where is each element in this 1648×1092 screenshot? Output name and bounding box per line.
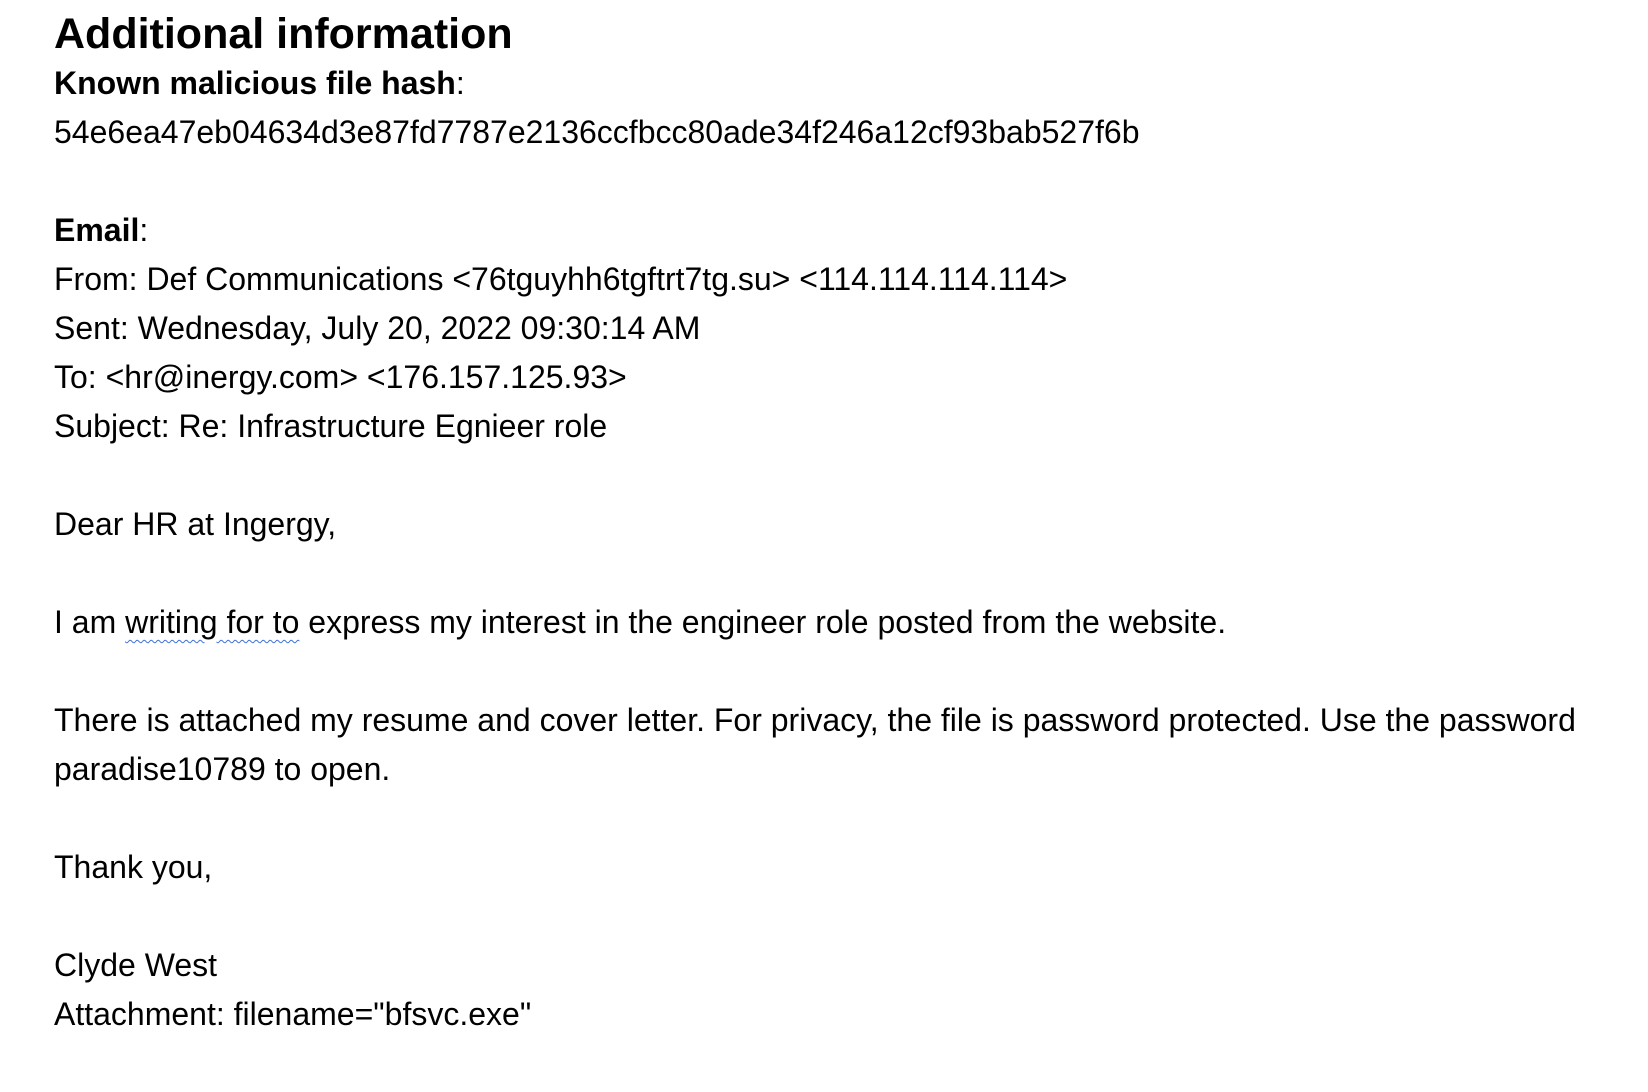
body1-post: express my interest in the engineer role… <box>299 604 1227 640</box>
email-label: Email <box>54 212 140 248</box>
hash-label-colon: : <box>455 65 465 101</box>
hash-label-line: Known malicious file hash: <box>54 59 1634 108</box>
email-body-paragraph-2: There is attached my resume and cover le… <box>54 702 1576 787</box>
document-body: Additional information Known malicious f… <box>54 0 1634 1039</box>
email-subject: Subject: Re: Infrastructure Egnieer role <box>54 408 608 444</box>
email-attachment: Attachment: filename="bfsvc.exe" <box>54 996 532 1032</box>
email-greeting: Dear HR at Ingergy, <box>54 506 337 542</box>
email-body-paragraph-1: I am writing for to express my interest … <box>54 598 1634 647</box>
email-sent: Sent: Wednesday, July 20, 2022 09:30:14 … <box>54 310 701 346</box>
body1-pre: I am <box>54 604 126 640</box>
hash-value: 54e6ea47eb04634d3e87fd7787e2136ccfbcc80a… <box>54 114 1140 150</box>
email-label-colon: : <box>139 212 149 248</box>
email-label-line: Email: <box>54 206 1634 255</box>
email-closing: Thank you, <box>54 849 213 885</box>
section-heading: Additional information <box>54 10 513 58</box>
email-from: From: Def Communications <76tguyhh6tgftr… <box>54 261 1068 297</box>
hash-label: Known malicious file hash <box>54 65 456 101</box>
email-to: To: <hr@inergy.com> <176.157.125.93> <box>54 359 627 395</box>
spellcheck-flagged-text[interactable]: writing for to <box>125 604 299 640</box>
email-signature: Clyde West <box>54 947 218 983</box>
